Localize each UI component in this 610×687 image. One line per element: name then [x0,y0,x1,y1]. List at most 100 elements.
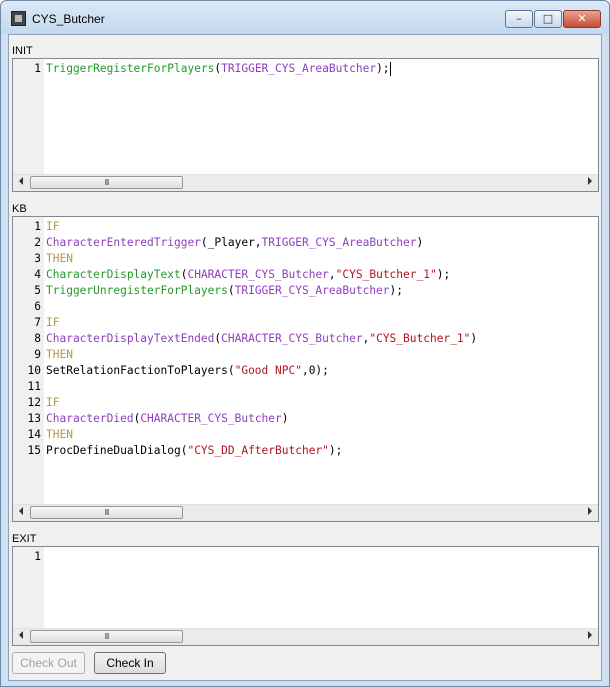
code-text: ProcDefineDualDialog("CYS_DD_AfterButche… [46,443,342,459]
code-token: CharacterDied [46,412,134,425]
exit-code-lines: 1 [13,549,598,565]
kb-editor[interactable]: 1 IF 2 CharacterEnteredTrigger(_Player,TRIG… [12,216,599,522]
code-token: CHARACTER_CYS_Butcher [221,332,363,345]
line-number: 11 [27,380,41,393]
code-line[interactable]: 10 SetRelationFactionToPlayers("Good NPC"… [13,363,598,379]
scroll-right-arrow-icon[interactable] [588,507,592,515]
close-button[interactable]: ✕ [563,10,601,28]
line-number: 2 [34,236,41,249]
kb-horizontal-scrollbar[interactable]: III [13,504,598,521]
scroll-left-arrow-icon[interactable] [19,631,23,639]
code-text: CharacterDied(CHARACTER_CYS_Butcher) [46,411,289,427]
code-token: "CYS_Butcher_1" [335,268,437,281]
code-token: ); [389,284,404,297]
code-text: SetRelationFactionToPlayers("Good NPC",0… [46,363,329,379]
check-in-button[interactable]: Check In [94,652,166,674]
code-token: "CYS_Butcher_1" [369,332,471,345]
scroll-right-arrow-icon[interactable] [588,631,592,639]
code-token: TriggerRegisterForPlayers [46,62,215,75]
code-text: IF [46,219,59,235]
code-token: SetRelationFactionToPlayers( [46,364,235,377]
line-number: 9 [34,348,41,361]
line-number: 13 [27,412,41,425]
code-line[interactable]: 7 IF [13,315,598,331]
init-editor[interactable]: 1 TriggerRegisterForPlayers(TRIGGER_CYS_A… [12,58,599,192]
code-token: IF [46,396,60,409]
code-text: THEN [46,427,73,443]
scroll-left-arrow-icon[interactable] [19,177,23,185]
code-token: ProcDefineDualDialog( [46,444,188,457]
client-area: INIT 1 TriggerRegisterForPlayers(TRIGGER_… [8,34,602,681]
code-token: CharacterEnteredTrigger [46,236,201,249]
code-token: "Good NPC" [234,364,302,377]
code-token: TRIGGER_CYS_AreaButcher [221,62,377,75]
code-text: THEN [46,347,73,363]
line-number: 3 [34,252,41,265]
code-line[interactable]: 3 THEN [13,251,598,267]
scrollbar-thumb[interactable]: III [30,506,183,519]
code-line[interactable]: 8 CharacterDisplayTextEnded(CHARACTER_CYS… [13,331,598,347]
code-token: CharacterDisplayText [46,268,181,281]
line-number: 10 [27,364,41,377]
line-number: 12 [27,396,41,409]
scroll-right-arrow-icon[interactable] [588,177,592,185]
exit-editor[interactable]: 1 III [12,546,599,646]
code-line[interactable]: 1 TriggerRegisterForPlayers(TRIGGER_CYS_A… [13,61,598,77]
code-token: ( [227,284,235,297]
script-editor-window: CYS_Butcher – □ ✕ INIT 1 TriggerRegisterF… [0,0,610,687]
code-line[interactable]: 15 ProcDefineDualDialog("CYS_DD_AfterButc… [13,443,598,459]
code-line[interactable]: 4 CharacterDisplayText(CHARACTER_CYS_Butc… [13,267,598,283]
code-token: , [328,268,336,281]
code-line[interactable]: 6 [13,299,598,315]
line-number: 6 [34,300,41,313]
code-token: ) [281,412,289,425]
scrollbar-thumb[interactable]: III [30,176,183,189]
scrollbar-thumb[interactable]: III [30,630,183,643]
code-text: THEN [46,251,73,267]
code-token: IF [46,316,60,329]
window-title: CYS_Butcher [32,12,105,26]
code-token: THEN [46,348,73,361]
code-line[interactable]: 11 [13,379,598,395]
line-number: 1 [34,62,41,75]
minimize-button[interactable]: – [505,10,533,28]
code-token: TriggerUnregisterForPlayers [46,284,228,297]
exit-horizontal-scrollbar[interactable]: III [13,628,598,645]
code-token: ); [436,268,451,281]
kb-section-label: KB [12,203,27,215]
title-bar[interactable]: CYS_Butcher – □ ✕ [1,1,609,34]
code-text: CharacterDisplayText(CHARACTER_CYS_Butch… [46,267,450,283]
code-line[interactable]: 1 IF [13,219,598,235]
code-text: CharacterDisplayTextEnded(CHARACTER_CYS_… [46,331,477,347]
scroll-left-arrow-icon[interactable] [19,507,23,515]
code-line[interactable]: 9 THEN [13,347,598,363]
code-line[interactable]: 13 CharacterDied(CHARACTER_CYS_Butcher) [13,411,598,427]
init-horizontal-scrollbar[interactable]: III [13,174,598,191]
code-token: CHARACTER_CYS_Butcher [187,268,329,281]
maximize-button[interactable]: □ [534,10,562,28]
code-token: ) [416,236,424,249]
line-number: 5 [34,284,41,297]
line-number: 1 [34,220,41,233]
code-token: ) [470,332,478,345]
code-token: TRIGGER_CYS_AreaButcher [261,236,417,249]
code-token: "CYS_DD_AfterButcher" [187,444,329,457]
code-token: ,0); [301,364,329,377]
code-line[interactable]: 1 [13,549,598,565]
code-text: IF [46,315,59,331]
code-line[interactable]: 5 TriggerUnregisterForPlayers(TRIGGER_CYS… [13,283,598,299]
kb-code-lines: 1 IF 2 CharacterEnteredTrigger(_Player,TRIG… [13,219,598,459]
text-caret [389,62,391,76]
code-text: TriggerRegisterForPlayers(TRIGGER_CYS_Ar… [46,61,391,77]
line-number: 1 [34,550,41,563]
line-number: 4 [34,268,41,281]
exit-section-label: EXIT [12,533,37,545]
line-number: 7 [34,316,41,329]
code-line[interactable]: 14 THEN [13,427,598,443]
check-out-button[interactable]: Check Out [12,652,85,674]
code-line[interactable]: 12 IF [13,395,598,411]
init-code-lines: 1 TriggerRegisterForPlayers(TRIGGER_CYS_A… [13,61,598,77]
code-line[interactable]: 2 CharacterEnteredTrigger(_Player,TRIGGER… [13,235,598,251]
app-icon [11,11,26,26]
code-token: TRIGGER_CYS_AreaButcher [234,284,390,297]
